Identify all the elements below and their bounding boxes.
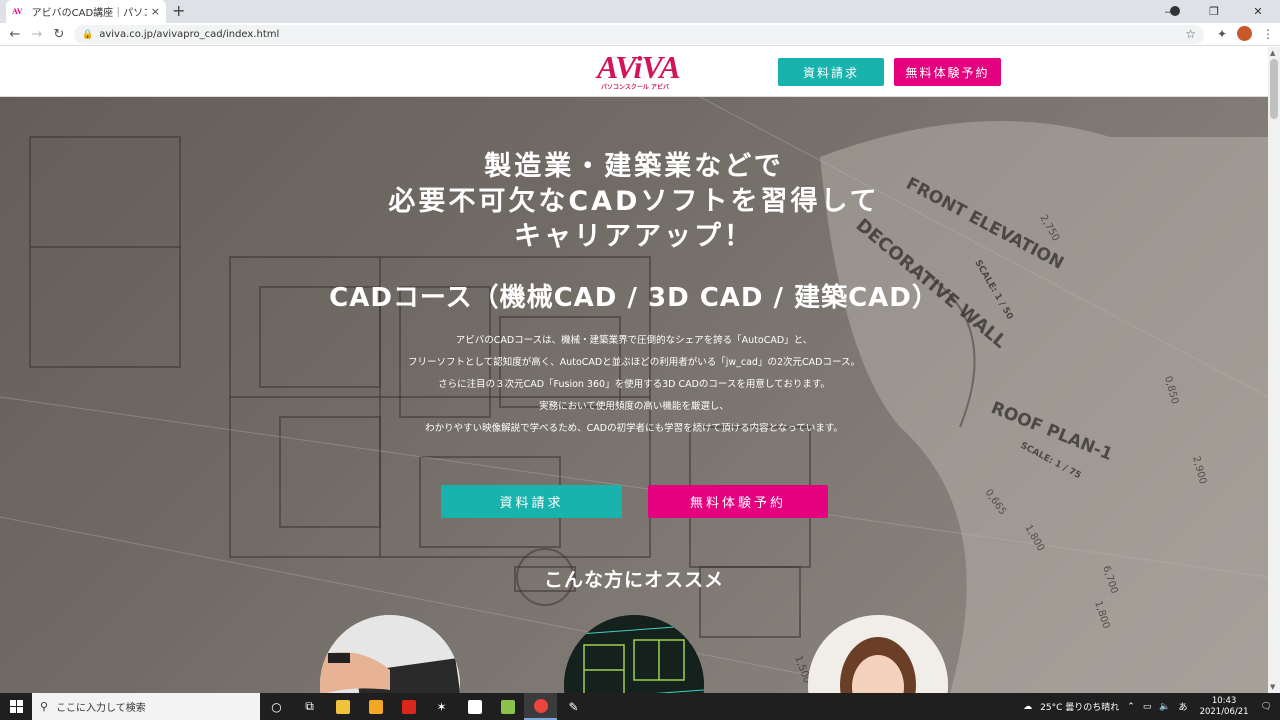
logo-subtitle: パソコンスクール アビバ bbox=[601, 84, 669, 91]
profile-avatar[interactable] bbox=[1237, 26, 1252, 41]
browser-tab[interactable]: AV アビバのCAD講座｜パソコン教室・パ × bbox=[6, 0, 166, 23]
cad-screen-illustration bbox=[564, 615, 704, 693]
header-request-button[interactable]: 資料請求 bbox=[778, 58, 884, 86]
clock-time: 10:43 bbox=[1211, 695, 1237, 706]
acrobat-icon[interactable] bbox=[392, 693, 425, 720]
tab-close-icon[interactable]: × bbox=[151, 5, 160, 18]
volume-icon[interactable]: 🔈 bbox=[1159, 702, 1170, 712]
task-view-icon[interactable]: ⧉ bbox=[293, 693, 326, 720]
recommend-image-woman bbox=[808, 615, 948, 693]
taskbar-search-placeholder[interactable]: ここに入力して検索 bbox=[56, 699, 146, 714]
recommend-image-cad-screen bbox=[564, 615, 704, 693]
chrome-taskbar-icon[interactable] bbox=[524, 693, 557, 720]
maximize-button[interactable]: ❐ bbox=[1192, 5, 1236, 18]
paint-app-icon[interactable]: ✎ bbox=[557, 693, 590, 720]
hero-content: 製造業・建築業などで 必要不可欠なCADソフトを習得して キャリアアップ！ CA… bbox=[0, 97, 1268, 693]
site-header: AViVA パソコンスクール アビバ 資料請求 無料体験予約 bbox=[0, 47, 1268, 97]
desc-line-5: わかりやすい映像解説で学べるため、CADの初学者にも学習を続けて頂ける内容となっ… bbox=[425, 423, 843, 434]
back-button[interactable]: ← bbox=[4, 27, 26, 42]
scroll-up-icon[interactable]: ▲ bbox=[1270, 49, 1275, 57]
taskbar-search-box[interactable]: ⚲ ここに入力して検索 bbox=[32, 693, 260, 720]
address-bar[interactable]: 🔒 aviva.co.jp/avivapro_cad/index.html ☆ bbox=[74, 25, 1204, 44]
course-description: アビバのCADコースは、機械・建築業界で圧倒的なシェアを誇る「AutoCAD」と… bbox=[0, 330, 1268, 440]
reload-button[interactable]: ↻ bbox=[48, 27, 70, 42]
clock-date: 2021/06/21 bbox=[1199, 706, 1249, 717]
desc-line-4: 実務において使用頻度の高い機能を厳選し、 bbox=[539, 401, 729, 412]
extensions-puzzle-icon[interactable]: ✦ bbox=[1217, 27, 1227, 41]
aviva-favicon-icon: AV bbox=[12, 7, 23, 16]
weather-text[interactable]: 25°C 曇りのち晴れ bbox=[1040, 700, 1119, 713]
course-title: CADコース（機械CAD / 3D CAD / 建築CAD） bbox=[329, 283, 939, 313]
thinking-woman-illustration bbox=[808, 615, 948, 693]
page-scrollbar[interactable]: ▲ ▼ bbox=[1268, 47, 1280, 693]
taskbar-clock[interactable]: 10:43 2021/06/21 bbox=[1200, 696, 1249, 718]
tray-chevron-icon[interactable]: ⌃ bbox=[1127, 702, 1135, 712]
file-explorer-icon[interactable] bbox=[326, 693, 359, 720]
headline-line-1: 製造業・建築業などで bbox=[484, 151, 784, 182]
lock-icon[interactable]: 🔒 bbox=[82, 30, 93, 40]
notification-icon[interactable]: 🗨 bbox=[1261, 702, 1272, 712]
hero-section: FRONT ELEVATION DECORATIVE WALL SCALE: 1… bbox=[0, 97, 1268, 693]
search-icon: ⚲ bbox=[40, 700, 49, 713]
scroll-down-icon[interactable]: ▼ bbox=[1270, 683, 1275, 691]
toolbar-right: ✦ ⋮ bbox=[1217, 26, 1274, 41]
headline-line-3: キャリアアップ！ bbox=[514, 221, 754, 252]
browser-toolbar: ← → ↻ 🔒 aviva.co.jp/avivapro_cad/index.h… bbox=[0, 23, 1280, 46]
new-tab-button[interactable]: + bbox=[172, 3, 185, 19]
cortana-icon[interactable]: ○ bbox=[260, 693, 293, 720]
chrome-menu-icon[interactable]: ⋮ bbox=[1262, 27, 1274, 41]
store-icon[interactable] bbox=[359, 693, 392, 720]
hero-trial-button[interactable]: 無料体験予約 bbox=[648, 485, 828, 518]
desc-line-2: フリーソフトとして認知度が高く、AutoCADと並ぶほどの利用者がいる「jw_c… bbox=[408, 357, 860, 368]
close-window-button[interactable]: ✕ bbox=[1236, 5, 1280, 18]
recommend-image-keyboard bbox=[320, 615, 460, 693]
header-trial-button[interactable]: 無料体験予約 bbox=[894, 58, 1001, 86]
tab-title: アビバのCAD講座｜パソコン教室・パ bbox=[31, 8, 147, 19]
hero-headline: 製造業・建築業などで 必要不可欠なCADソフトを習得して キャリアアップ！ bbox=[0, 149, 1268, 254]
recommend-section-title: こんな方にオススメ bbox=[543, 569, 724, 591]
keyboard-illustration bbox=[320, 615, 460, 693]
ime-indicator[interactable]: あ bbox=[1179, 700, 1188, 713]
logo-wordmark: AViVA bbox=[597, 49, 681, 85]
headline-line-2: 必要不可欠なCADソフトを習得して bbox=[388, 186, 880, 217]
chart-app-icon[interactable] bbox=[491, 693, 524, 720]
hero-request-button[interactable]: 資料請求 bbox=[441, 485, 622, 518]
weather-cloud-icon[interactable]: ☁ bbox=[1023, 702, 1032, 712]
system-tray: ☁ 25°C 曇りのち晴れ ⌃ ▭ 🔈 あ 10:43 2021/06/21 🗨 bbox=[1019, 693, 1280, 720]
windows-logo-icon bbox=[9, 700, 23, 713]
url-text[interactable]: aviva.co.jp/avivapro_cad/index.html bbox=[99, 29, 279, 40]
windows-taskbar: ⚲ ここに入力して検索 ○ ⧉ ✶ ✎ ☁ 25°C 曇りのち晴れ ⌃ ▭ 🔈 … bbox=[0, 693, 1280, 720]
scroll-thumb[interactable] bbox=[1270, 59, 1278, 119]
aviva-logo[interactable]: AViVA パソコンスクール アビバ bbox=[597, 49, 681, 96]
windows-start-button[interactable] bbox=[0, 693, 32, 720]
bookmark-star-icon[interactable]: ☆ bbox=[1185, 27, 1196, 41]
sway-app-icon[interactable] bbox=[458, 693, 491, 720]
network-icon[interactable]: ▭ bbox=[1143, 702, 1152, 712]
desc-line-3: さらに注目の３次元CAD「Fusion 360」を使用する3D CADのコースを… bbox=[438, 379, 830, 390]
browser-tabstrip: AV アビバのCAD講座｜パソコン教室・パ × + — ❐ ✕ bbox=[0, 0, 1280, 23]
forward-button[interactable]: → bbox=[26, 27, 48, 42]
desc-line-1: アビバのCADコースは、機械・建築業界で圧倒的なシェアを誇る「AutoCAD」と… bbox=[455, 335, 813, 346]
star-app-icon[interactable]: ✶ bbox=[425, 693, 458, 720]
window-controls: — ❐ ✕ bbox=[1148, 0, 1280, 23]
minimize-button[interactable]: — bbox=[1148, 5, 1192, 18]
